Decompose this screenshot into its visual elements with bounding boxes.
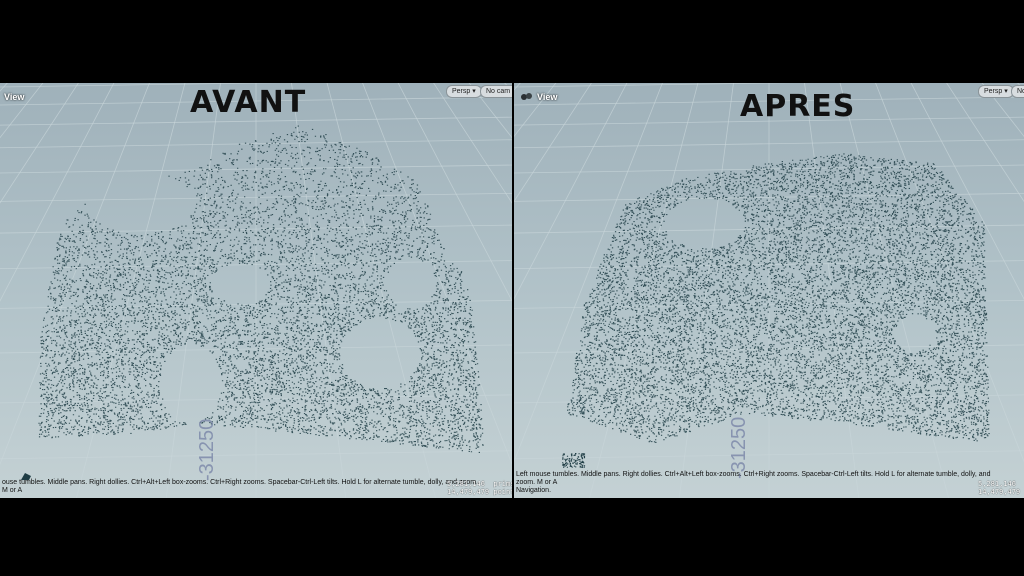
geometry-stats: 5,281,146 14,479,479 p (978, 480, 1024, 496)
view-object-icon (521, 93, 532, 100)
persp-dropdown[interactable]: Persp ▾ (446, 85, 482, 98)
view-menu-label: View (537, 92, 558, 102)
viewport-left[interactable]: View Persp ▾ No cam ▾ AVANT -31250 ouse … (0, 83, 512, 498)
help-text-line-2: Navigation. (516, 487, 552, 494)
help-text-line: Left mouse tumbles. Middle pans. Right d… (516, 471, 991, 486)
point-cloud-apres (562, 153, 990, 468)
geometry-stats: 5,281,146 prims 14,479,479 points (447, 480, 512, 496)
axis-number: -31250 (196, 418, 218, 481)
view-menu-label: View (4, 92, 25, 102)
view-menu[interactable]: View (4, 92, 24, 102)
camera-dropdown[interactable]: No (1011, 85, 1024, 98)
view-menu[interactable]: View (520, 92, 557, 102)
camera-dropdown[interactable]: No cam ▾ (480, 85, 512, 98)
point-cloud-avant (38, 125, 484, 453)
help-text: ouse tumbles. Middle pans. Right dollies… (2, 479, 482, 495)
help-text-line: ouse tumbles. Middle pans. Right dollies… (2, 479, 479, 494)
title-apres: APRES (740, 89, 856, 124)
viewport-right[interactable]: View Persp ▾ No APRES -31250 Left mouse … (514, 83, 1024, 498)
prims-count: 5,281,146 (978, 480, 1016, 488)
axis-number: -31250 (728, 416, 750, 479)
title-avant: AVANT (190, 85, 307, 120)
points-count: 14,479,479 points (447, 488, 512, 496)
persp-dropdown[interactable]: Persp ▾ (978, 85, 1014, 98)
prims-count: 5,281,146 prims (447, 480, 512, 488)
points-count: 14,479,479 p (978, 488, 1024, 496)
help-text: Left mouse tumbles. Middle pans. Right d… (516, 471, 996, 495)
